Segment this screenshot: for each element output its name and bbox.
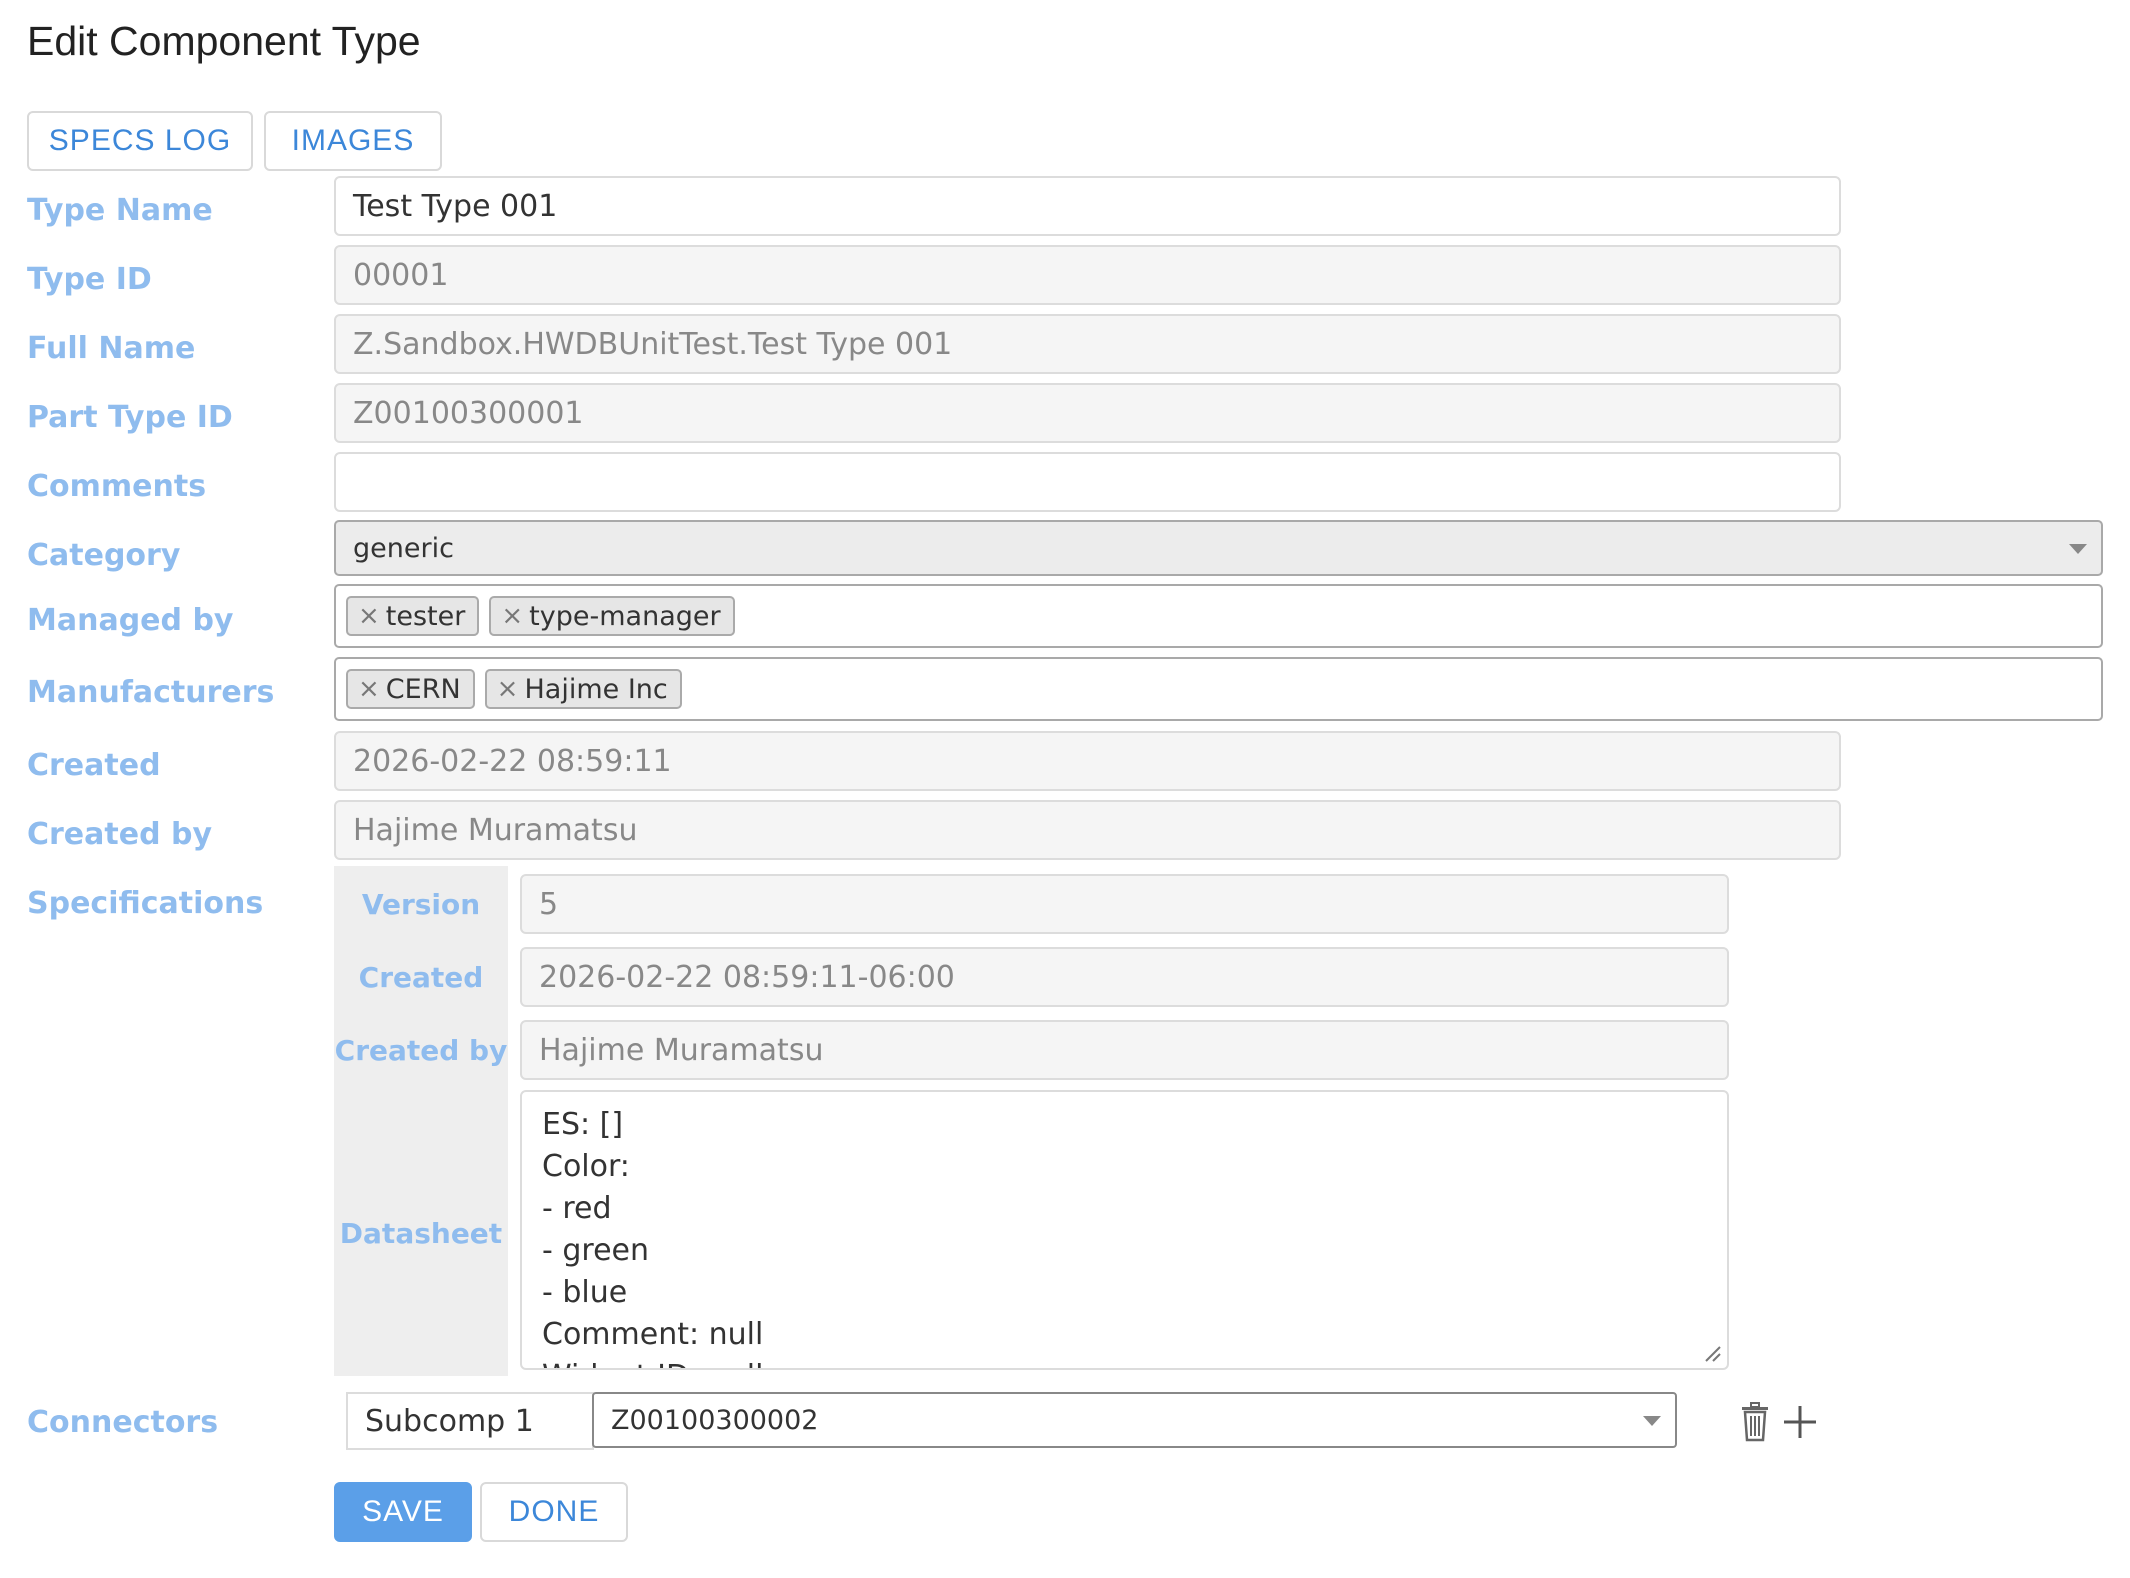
- manufacturer-chip: × CERN: [346, 669, 475, 709]
- spec-version-field: 5: [520, 874, 1729, 934]
- datasheet-textarea[interactable]: ES: [] Color: - red - green - blue Comme…: [520, 1090, 1729, 1370]
- chevron-down-icon: [1643, 1416, 1661, 1426]
- chevron-down-icon: [2069, 544, 2087, 554]
- category-label: Category: [27, 538, 181, 573]
- datasheet-line: Comment: null: [542, 1317, 764, 1352]
- managed-by-label: Managed by: [27, 603, 234, 638]
- datasheet-line: Widget ID: null: [542, 1356, 1707, 1368]
- created-by-label: Created by: [27, 817, 213, 852]
- done-button[interactable]: DONE: [480, 1482, 628, 1542]
- plus-icon[interactable]: [1780, 1400, 1820, 1444]
- datasheet-line: - green: [542, 1233, 650, 1268]
- full-name-field: Z.Sandbox.HWDBUnitTest.Test Type 001: [334, 314, 1841, 374]
- chip-label: type-manager: [529, 600, 721, 632]
- close-icon[interactable]: ×: [497, 674, 519, 704]
- created-by-field: Hajime Muramatsu: [334, 800, 1841, 860]
- comments-input[interactable]: [334, 452, 1841, 512]
- type-id-field: 00001: [334, 245, 1841, 305]
- managed-by-chip: × type-manager: [489, 596, 735, 636]
- type-id-label: Type ID: [27, 262, 152, 297]
- chip-label: CERN: [385, 673, 461, 705]
- managed-by-multiselect[interactable]: × tester × type-manager: [334, 584, 2103, 648]
- category-value: generic: [353, 532, 454, 564]
- full-name-label: Full Name: [27, 331, 196, 366]
- datasheet-line: Color:: [542, 1149, 630, 1184]
- datasheet-line: - red: [542, 1191, 612, 1226]
- page-title: Edit Component Type: [27, 18, 421, 64]
- close-icon[interactable]: ×: [358, 601, 380, 631]
- manufacturers-multiselect[interactable]: × CERN × Hajime Inc: [334, 657, 2103, 721]
- type-name-label: Type Name: [27, 193, 213, 228]
- datasheet-line: - blue: [542, 1275, 628, 1310]
- trash-icon[interactable]: [1735, 1400, 1775, 1444]
- connector-part-value: Z00100300002: [611, 1404, 819, 1436]
- manufacturer-chip: × Hajime Inc: [484, 669, 682, 709]
- close-icon[interactable]: ×: [358, 674, 380, 704]
- specifications-panel: [334, 866, 508, 1376]
- part-type-id-field: Z00100300001: [334, 383, 1841, 443]
- tab-images[interactable]: IMAGES: [264, 111, 442, 171]
- comments-label: Comments: [27, 469, 207, 504]
- connector-part-select[interactable]: Z00100300002: [592, 1392, 1677, 1448]
- chip-label: Hajime Inc: [524, 673, 668, 705]
- spec-created-by-label: Created by: [334, 1034, 508, 1067]
- spec-datasheet-label: Datasheet: [339, 1217, 503, 1250]
- chip-label: tester: [385, 600, 466, 632]
- connectors-label: Connectors: [27, 1405, 219, 1440]
- connector-name-input[interactable]: Subcomp 1: [346, 1392, 594, 1450]
- category-select[interactable]: generic: [334, 520, 2103, 576]
- save-button[interactable]: SAVE: [334, 1482, 472, 1542]
- spec-version-label: Version: [361, 888, 481, 921]
- specifications-label: Specifications: [27, 886, 264, 921]
- spec-created-by-field: Hajime Muramatsu: [520, 1020, 1729, 1080]
- created-label: Created: [27, 748, 161, 783]
- part-type-id-label: Part Type ID: [27, 400, 233, 435]
- close-icon[interactable]: ×: [501, 601, 523, 631]
- type-name-input[interactable]: Test Type 001: [334, 176, 1841, 236]
- created-field: 2026-02-22 08:59:11: [334, 731, 1841, 791]
- resize-grip-icon[interactable]: [1703, 1344, 1721, 1362]
- tab-specs-log[interactable]: SPECS LOG: [27, 111, 253, 171]
- managed-by-chip: × tester: [346, 596, 480, 636]
- spec-created-label: Created: [358, 961, 484, 994]
- datasheet-line: ES: []: [542, 1107, 624, 1142]
- spec-created-field: 2026-02-22 08:59:11-06:00: [520, 947, 1729, 1007]
- manufacturers-label: Manufacturers: [27, 675, 275, 710]
